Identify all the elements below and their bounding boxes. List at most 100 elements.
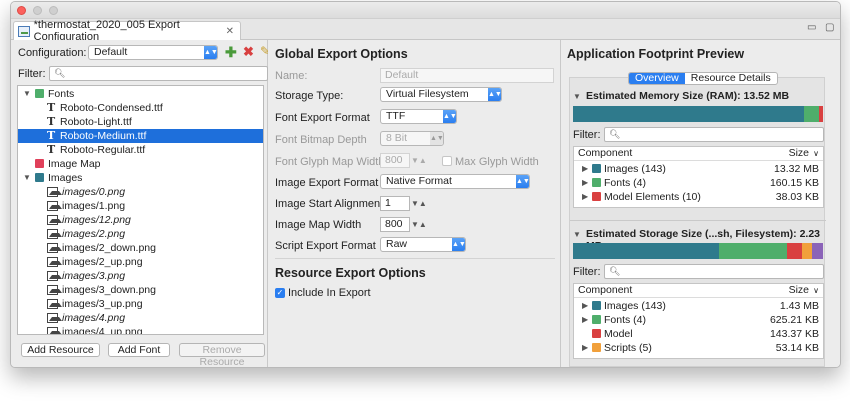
- tree-item[interactable]: T Roboto-Light.ttf: [18, 115, 263, 129]
- image-start-alignment-stepper[interactable]: ▼▲: [411, 196, 433, 211]
- tree-item[interactable]: images/3_down.png: [18, 283, 263, 297]
- component-size: 143.37 KB: [769, 328, 819, 340]
- image-file-icon: [47, 313, 62, 323]
- table-row[interactable]: ▶ Fonts (4) 625.21 KB: [574, 313, 823, 327]
- column-component[interactable]: Component: [578, 284, 632, 297]
- tree-item[interactable]: images/2.png: [18, 227, 263, 241]
- close-window-button[interactable]: [17, 6, 26, 15]
- expand-icon[interactable]: ▶: [582, 341, 588, 355]
- tree-group[interactable]: ▼ Fonts: [18, 87, 263, 101]
- tree-item[interactable]: images/12.png: [18, 213, 263, 227]
- name-input[interactable]: Default: [380, 68, 554, 83]
- tab-overview[interactable]: Overview: [629, 73, 685, 84]
- max-glyph-width-checkbox[interactable]: [442, 156, 452, 166]
- image-file-icon: [47, 201, 62, 211]
- tree-item[interactable]: images/3.png: [18, 269, 263, 283]
- search-icon: 🔍︎: [54, 68, 66, 78]
- table-row[interactable]: Model 143.37 KB: [574, 327, 823, 341]
- column-size[interactable]: Size: [789, 147, 809, 160]
- image-export-format-label: Image Export Format: [275, 177, 379, 189]
- image-start-alignment-input[interactable]: 1: [380, 196, 410, 211]
- tree-item[interactable]: images/4_up.png: [18, 325, 263, 334]
- filter-label: Filter:: [18, 68, 46, 80]
- add-font-button[interactable]: Add Font: [108, 343, 170, 357]
- font-bitmap-depth-select[interactable]: 8 Bit ▲▼: [380, 131, 444, 146]
- storage-filter-input[interactable]: 🔍︎: [604, 264, 824, 279]
- tree-item-label: Roboto-Light.ttf: [60, 116, 132, 128]
- table-row[interactable]: ▶ Scripts (5) 53.14 KB: [574, 341, 823, 355]
- image-map-width-input[interactable]: 800: [380, 217, 410, 232]
- tree-group[interactable]: ▼ Images: [18, 171, 263, 185]
- collapse-icon[interactable]: ▼: [573, 230, 581, 239]
- expand-icon[interactable]: ▶: [582, 162, 588, 176]
- tree-item[interactable]: images/2_up.png: [18, 255, 263, 269]
- tree-item[interactable]: images/1.png: [18, 199, 263, 213]
- memory-filter-input[interactable]: 🔍︎: [604, 127, 824, 142]
- delete-config-icon[interactable]: ✖: [243, 44, 254, 60]
- include-in-export-checkbox[interactable]: ✓: [275, 288, 285, 298]
- tree-item[interactable]: images/2_down.png: [18, 241, 263, 255]
- font-export-format-select[interactable]: TTF ▲▼: [380, 109, 457, 124]
- component-size: 53.14 KB: [775, 342, 819, 354]
- tree-item[interactable]: images/3_up.png: [18, 297, 263, 311]
- font-glyph-map-width-label: Font Glyph Map Width: [275, 156, 385, 168]
- minimize-window-button[interactable]: [33, 6, 42, 15]
- tree-item[interactable]: T Roboto-Medium.ttf: [18, 129, 263, 143]
- column-size[interactable]: Size: [789, 284, 809, 297]
- table-row[interactable]: ▶ Images (143) 13.32 MB: [574, 162, 823, 176]
- storage-type-select[interactable]: Virtual Filesystem ▲▼: [380, 87, 502, 102]
- tree-item[interactable]: T Roboto-Regular.ttf: [18, 143, 263, 157]
- editor-tab[interactable]: *thermostat_2020_005 Export Configuratio…: [13, 19, 241, 43]
- tree-item-label: Roboto-Medium.ttf: [60, 130, 147, 142]
- collapse-icon[interactable]: ▼: [573, 92, 581, 101]
- table-row[interactable]: ▶ Images (143) 1.43 MB: [574, 299, 823, 313]
- tree-item[interactable]: images/0.png: [18, 185, 263, 199]
- expand-icon[interactable]: ▶: [582, 176, 588, 190]
- image-map-width-stepper[interactable]: ▼▲: [411, 217, 433, 232]
- image-file-icon: [47, 299, 62, 309]
- sort-descending-icon[interactable]: ∨: [813, 147, 819, 160]
- zoom-window-button[interactable]: [49, 6, 58, 15]
- table-row[interactable]: ▶ Model Elements (10) 38.03 KB: [574, 190, 823, 204]
- expand-icon[interactable]: ▶: [582, 190, 588, 204]
- column-component[interactable]: Component: [578, 147, 632, 160]
- collapse-icon[interactable]: ▼: [23, 87, 31, 101]
- select-arrow-icon: ▲▼: [204, 46, 217, 59]
- tree-item-label: Roboto-Condensed.ttf: [60, 102, 163, 114]
- resource-filter-input[interactable]: 🔍︎: [49, 66, 268, 81]
- minimize-view-icon[interactable]: ▭: [807, 22, 816, 33]
- script-export-format-label: Script Export Format: [275, 240, 376, 252]
- script-export-format-select[interactable]: Raw ▲▼: [380, 237, 466, 252]
- maximize-view-icon[interactable]: ▢: [825, 22, 834, 33]
- component-size: 38.03 KB: [775, 191, 819, 203]
- category-color-icon: [592, 343, 601, 352]
- font-glyph-map-width-stepper[interactable]: ▼▲: [411, 153, 433, 168]
- footprint-panel: Overview Resource Details ▼ Estimated Me…: [569, 72, 826, 367]
- tree-item[interactable]: T Roboto-Condensed.ttf: [18, 101, 263, 115]
- image-file-icon: [47, 229, 62, 239]
- expand-icon[interactable]: ▶: [582, 313, 588, 327]
- remove-resource-button[interactable]: Remove Resource: [179, 343, 265, 367]
- memory-size-heading: Estimated Memory Size (RAM): 13.52 MB: [586, 90, 790, 102]
- max-glyph-width-label: Max Glyph Width: [455, 156, 539, 168]
- image-file-icon: [47, 187, 62, 197]
- tab-resource-details[interactable]: Resource Details: [685, 73, 777, 84]
- add-config-icon[interactable]: ✚: [225, 44, 237, 61]
- bar-segment: [811, 243, 823, 259]
- sort-descending-icon[interactable]: ∨: [813, 284, 819, 297]
- footprint-view-tabs[interactable]: Overview Resource Details: [628, 72, 778, 85]
- select-arrow-icon: ▲▼: [516, 175, 529, 188]
- tree-item[interactable]: images/4.png: [18, 311, 263, 325]
- tree-group[interactable]: Image Map: [18, 157, 263, 171]
- table-row[interactable]: ▶ Fonts (4) 160.15 KB: [574, 176, 823, 190]
- add-resource-button[interactable]: Add Resource: [21, 343, 100, 357]
- collapse-icon[interactable]: ▼: [23, 171, 31, 185]
- configuration-select[interactable]: Default ▲▼: [88, 45, 218, 60]
- component-name: Model: [604, 328, 633, 340]
- image-export-format-select[interactable]: Native Format ▲▼: [380, 174, 530, 189]
- font-glyph-map-width-input[interactable]: 800: [380, 153, 410, 168]
- category-color-icon: [592, 178, 601, 187]
- expand-icon[interactable]: ▶: [582, 299, 588, 313]
- close-tab-icon[interactable]: ✕: [226, 26, 234, 37]
- resource-tree[interactable]: ▼ Fonts T Roboto-Condensed.ttf T Roboto-Light…: [17, 85, 264, 335]
